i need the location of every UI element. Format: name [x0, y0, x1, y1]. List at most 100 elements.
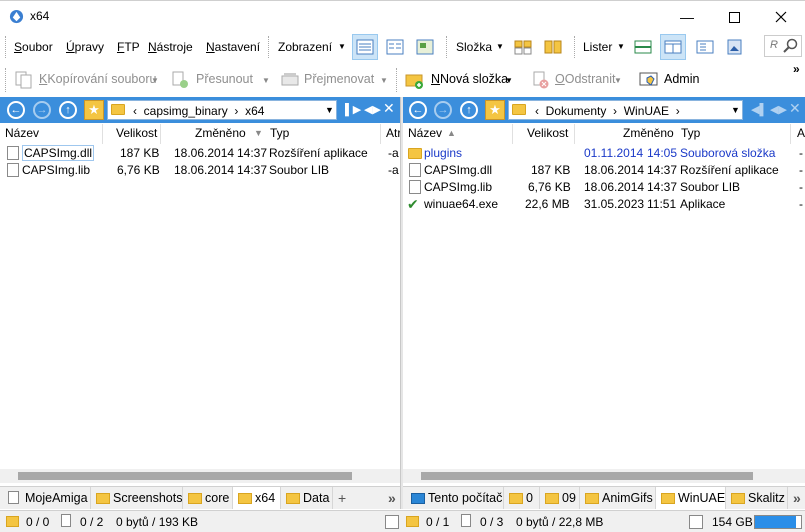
column-header-attr[interactable]: A: [797, 126, 805, 142]
menu-nastroje[interactable]: Nástroje: [148, 40, 193, 54]
view-dropdown-icon[interactable]: ▼: [338, 42, 346, 51]
delete-dropdown-icon[interactable]: ▼: [614, 76, 622, 85]
tab-tento-pocitac[interactable]: Tento počítač: [406, 487, 504, 509]
dual-panel-button[interactable]: [540, 34, 566, 60]
close-panel-icon[interactable]: ✕: [383, 100, 395, 117]
sync-icon[interactable]: ◀▶: [364, 103, 381, 116]
vertical-split-button[interactable]: [660, 34, 686, 60]
lister-dropdown-icon[interactable]: ▼: [617, 42, 625, 51]
column-header-size[interactable]: Velikost: [116, 126, 157, 142]
column-header-modified[interactable]: Změněno: [623, 126, 674, 142]
tab-winuae[interactable]: WinUAE: [656, 487, 726, 509]
rename-button[interactable]: Přejmenovat: [304, 72, 374, 86]
close-button[interactable]: [758, 1, 804, 33]
file-row[interactable]: CAPSImg.dll 187 KB 18.06.2014 14:37 Rozš…: [403, 162, 805, 179]
toolbar-grip[interactable]: [396, 68, 399, 92]
maximize-button[interactable]: [711, 1, 757, 33]
column-separator[interactable]: [512, 124, 513, 144]
details-view-button[interactable]: [352, 34, 378, 60]
column-separator[interactable]: [380, 124, 381, 144]
tab-screenshots[interactable]: Screenshots: [91, 487, 183, 509]
tab-animgifs[interactable]: AnimGifs: [580, 487, 656, 509]
right-forward-button[interactable]: →: [434, 101, 452, 119]
new-folder-button[interactable]: NNová složka: [431, 72, 508, 86]
left-up-button[interactable]: ↑: [59, 101, 77, 119]
toolbar-grip[interactable]: [268, 36, 271, 58]
toolbar-grip[interactable]: [574, 36, 577, 58]
breadcrumb-item[interactable]: capsimg_binary: [144, 104, 228, 118]
path-dropdown-icon[interactable]: ▼: [731, 105, 740, 115]
lister-menu-button[interactable]: Lister: [583, 40, 612, 54]
new-folder-dropdown-icon[interactable]: ▼: [505, 76, 513, 85]
view-menu-button[interactable]: Zobrazení: [278, 40, 332, 54]
column-separator[interactable]: [102, 124, 103, 144]
move-button[interactable]: Přesunout: [196, 72, 253, 86]
delete-button[interactable]: OOdstranit: [555, 72, 615, 86]
add-tab-icon[interactable]: +: [338, 490, 346, 506]
right-path-box[interactable]: ‹ Dokumenty › WinUAE › ▼: [508, 100, 743, 120]
toolbar-grip[interactable]: [5, 68, 8, 92]
rename-dropdown-icon[interactable]: ▼: [380, 76, 388, 85]
breadcrumb-item[interactable]: Dokumenty: [546, 104, 607, 118]
tree-view-button[interactable]: [510, 34, 536, 60]
menu-upravy[interactable]: Úpravy: [66, 40, 104, 54]
right-horizontal-scrollbar[interactable]: [403, 469, 805, 483]
folder-row[interactable]: plugins 01.11.2014 14:05 Souborová složk…: [403, 145, 805, 162]
file-row[interactable]: CAPSImg.lib 6,76 KB 18.06.2014 14:37 Sou…: [403, 179, 805, 196]
breadcrumb-item[interactable]: WinUAE: [624, 104, 669, 118]
column-header-name[interactable]: Název: [408, 126, 442, 142]
search-box[interactable]: R: [764, 35, 802, 57]
left-path-box[interactable]: ‹ capsimg_binary › x64 ▼: [107, 100, 337, 120]
column-header-type[interactable]: Typ: [681, 126, 700, 142]
scrollbar-thumb[interactable]: [18, 472, 352, 480]
copy-dropdown-icon[interactable]: ▼: [151, 76, 159, 85]
file-row[interactable]: ✔ winuae64.exe 22,6 MB 31.05.2023 11:51 …: [403, 196, 805, 213]
history-icon[interactable]: ◀▌: [751, 103, 767, 116]
menu-nastaveni[interactable]: Nastavení: [206, 40, 260, 54]
panel-splitter[interactable]: [400, 97, 403, 509]
left-drive-icon[interactable]: [385, 515, 399, 529]
menu-ftp[interactable]: FTP: [117, 40, 140, 54]
horizontal-split-button[interactable]: [630, 34, 656, 60]
right-back-button[interactable]: ←: [409, 101, 427, 119]
tab-skalitz[interactable]: Skalitz: [726, 487, 788, 509]
brief-view-button[interactable]: [382, 34, 408, 60]
menu-soubor[interactable]: Soubor: [14, 40, 53, 54]
column-header-name[interactable]: Název: [5, 126, 39, 142]
column-separator[interactable]: [160, 124, 161, 144]
preview-pane-button[interactable]: [692, 34, 718, 60]
tab-data[interactable]: Data: [281, 487, 333, 509]
column-header-modified[interactable]: Změněno: [195, 126, 246, 142]
column-separator[interactable]: [790, 124, 791, 144]
tabs-overflow-icon[interactable]: »: [388, 490, 396, 506]
right-favorites-button[interactable]: ★: [485, 100, 505, 120]
tab-x64[interactable]: x64: [233, 487, 281, 509]
scrollbar-thumb[interactable]: [421, 472, 753, 480]
left-back-button[interactable]: ←: [7, 101, 25, 119]
column-separator[interactable]: [574, 124, 575, 144]
move-dropdown-icon[interactable]: ▼: [262, 76, 270, 85]
tab-0[interactable]: 0: [504, 487, 540, 509]
left-horizontal-scrollbar[interactable]: [0, 469, 400, 483]
breadcrumb-item[interactable]: x64: [245, 104, 264, 118]
minimize-button[interactable]: —: [664, 1, 710, 33]
toolbar-grip[interactable]: [5, 36, 8, 58]
tab-09[interactable]: 09: [540, 487, 580, 509]
toolbar-overflow-icon[interactable]: »: [793, 62, 800, 76]
file-row[interactable]: CAPSImg.dll 187 KB 18.06.2014 14:37 Rozš…: [0, 145, 400, 162]
tab-mojeamiga[interactable]: MojeAmiga: [3, 487, 91, 509]
admin-button[interactable]: Admin: [664, 72, 699, 86]
history-icon[interactable]: ▌▶: [345, 103, 361, 116]
right-up-button[interactable]: ↑: [460, 101, 478, 119]
sort-dropdown-icon[interactable]: ▼: [496, 42, 504, 51]
thumbnail-view-button[interactable]: [412, 34, 438, 60]
column-header-size[interactable]: Velikost: [527, 126, 568, 142]
toolbar-grip[interactable]: [446, 36, 449, 58]
sync-icon[interactable]: ◀▶: [770, 103, 787, 116]
path-dropdown-icon[interactable]: ▼: [325, 105, 334, 115]
left-forward-button[interactable]: →: [33, 101, 51, 119]
sort-menu-button[interactable]: Složka: [456, 40, 492, 54]
file-row[interactable]: CAPSImg.lib 6,76 KB 18.06.2014 14:37 Sou…: [0, 162, 400, 179]
tabs-overflow-icon[interactable]: »: [793, 490, 801, 506]
copy-button[interactable]: KKopírování souboru: [39, 72, 156, 86]
